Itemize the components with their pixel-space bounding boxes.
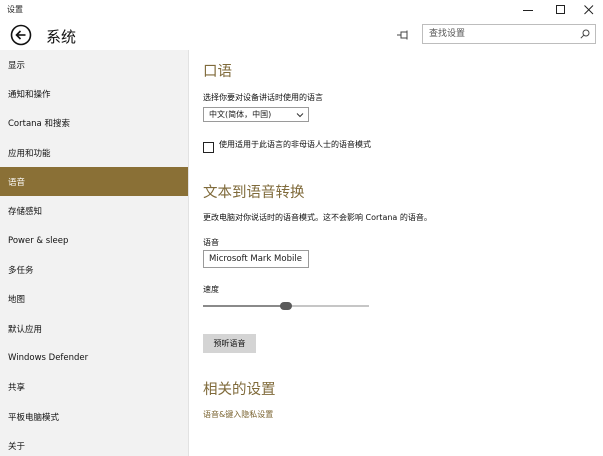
- minimize-icon: [523, 10, 533, 11]
- close-button[interactable]: [574, 0, 603, 20]
- sidebar-item-display[interactable]: 显示: [0, 50, 188, 79]
- title-bar: 设置: [0, 0, 603, 20]
- speed-slider-thumb[interactable]: [280, 302, 292, 310]
- sidebar-item-windows-defender[interactable]: Windows Defender: [0, 343, 188, 372]
- tts-description: 更改电脑对你说话时的语音模式。这不会影响 Cortana 的语音。: [203, 213, 432, 222]
- back-button[interactable]: [10, 24, 32, 46]
- preview-voice-button[interactable]: 预听语音: [203, 334, 256, 353]
- speed-label: 速度: [203, 285, 219, 294]
- sidebar-item-speech[interactable]: 语音: [0, 167, 188, 196]
- voice-value: Microsoft Mark Mobile: [209, 254, 302, 264]
- chevron-down-icon: [296, 113, 304, 118]
- search-icon[interactable]: [580, 29, 590, 39]
- search-box[interactable]: [422, 24, 596, 44]
- speech-content: 口语 选择你要对设备讲话时使用的语言 中文(简体，中国) 使用适用于此语言的非母…: [189, 50, 603, 456]
- app-title: 设置: [7, 5, 23, 14]
- back-arrow-icon: [10, 24, 32, 46]
- search-input[interactable]: [423, 25, 579, 43]
- sidebar-item-cortana[interactable]: Cortana 和搜索: [0, 108, 188, 137]
- pin-icon[interactable]: [396, 27, 410, 41]
- sidebar-item-about[interactable]: 关于: [0, 431, 188, 456]
- voice-dropdown[interactable]: Microsoft Mark Mobile: [203, 250, 309, 268]
- pin-glyph: [397, 30, 408, 40]
- sidebar-item-share[interactable]: 共享: [0, 372, 188, 401]
- header: 系统: [0, 20, 603, 50]
- sidebar-item-notifications[interactable]: 通知和操作: [0, 79, 188, 108]
- speech-language-prompt: 选择你要对设备讲话时使用的语言: [203, 93, 323, 102]
- settings-window: 设置 系统 查找设置 显示 通知和操作 Cortana 和搜索 应用和功能 语音…: [0, 0, 603, 456]
- maximize-button[interactable]: [546, 0, 576, 20]
- sidebar-item-tablet-mode[interactable]: 平板电脑模式: [0, 402, 188, 431]
- speech-language-value: 中文(简体，中国): [209, 110, 272, 119]
- page-title: 系统: [46, 28, 77, 46]
- minimize-button[interactable]: [513, 0, 543, 20]
- sidebar-item-power-sleep[interactable]: Power & sleep: [0, 226, 188, 255]
- sidebar-item-default-apps[interactable]: 默认应用: [0, 314, 188, 343]
- voice-label: 语音: [203, 238, 219, 247]
- sidebar-item-multitasking[interactable]: 多任务: [0, 255, 188, 284]
- related-settings-title: 相关的设置: [203, 382, 276, 398]
- close-icon: [584, 5, 594, 15]
- sidebar-item-storage[interactable]: 存储感知: [0, 196, 188, 225]
- speech-language-dropdown[interactable]: 中文(简体，中国): [203, 107, 309, 122]
- speech-privacy-link[interactable]: 语音&键入隐私设置: [203, 409, 273, 420]
- sidebar: 显示 通知和操作 Cortana 和搜索 应用和功能 语音 存储感知 Power…: [0, 50, 188, 456]
- sidebar-item-apps[interactable]: 应用和功能: [0, 138, 188, 167]
- non-native-label: 使用适用于此语言的非母语人士的语音模式: [219, 140, 371, 149]
- sidebar-item-maps[interactable]: 地图: [0, 284, 188, 313]
- speech-section-title: 口语: [203, 64, 232, 80]
- non-native-checkbox[interactable]: [203, 142, 214, 153]
- speed-slider-fill: [203, 305, 286, 307]
- maximize-icon: [556, 5, 565, 14]
- tts-section-title: 文本到语音转换: [203, 185, 305, 201]
